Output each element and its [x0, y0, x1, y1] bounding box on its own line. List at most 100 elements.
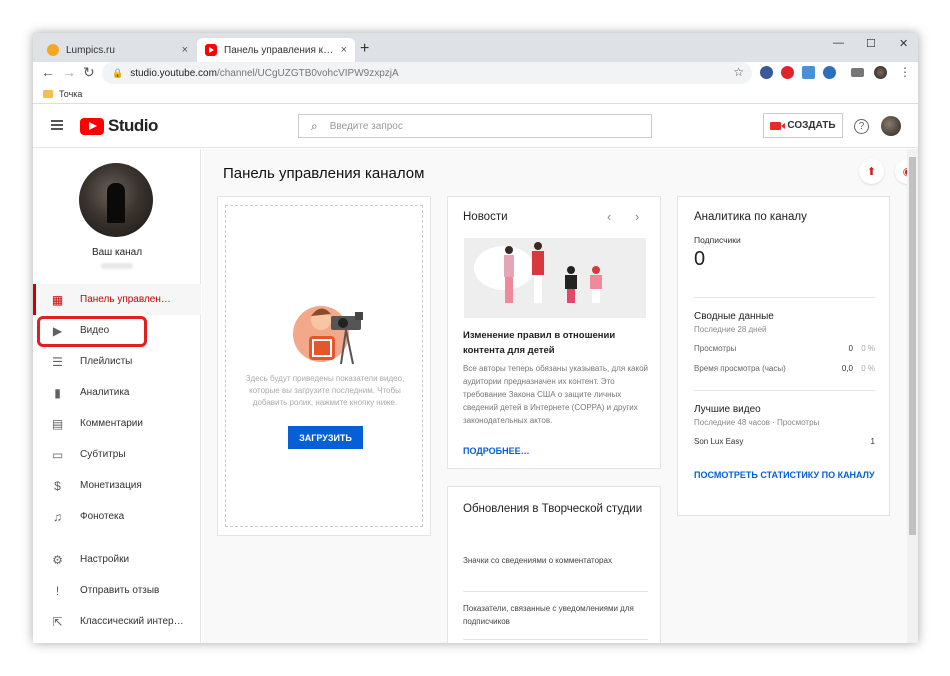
news-headline[interactable]: Изменение правил в отношении контента дл… [463, 328, 648, 358]
tab-title: Lumpics.ru [66, 44, 115, 56]
upload-button[interactable]: ЗАГРУЗИТЬ [288, 426, 363, 449]
classic-icon: ⇱ [52, 614, 63, 629]
update-item[interactable]: Показатели, связанные с уведомлениями дл… [463, 602, 648, 628]
menu-kebab-icon[interactable]: ⋮ [899, 65, 911, 79]
tab-close-icon[interactable]: × [341, 44, 347, 56]
close-window-button[interactable]: ✕ [899, 37, 908, 50]
chevron-right-icon[interactable]: › [635, 209, 639, 224]
analytics-title: Аналитика по каналу [694, 211, 807, 223]
tab-studio[interactable]: Панель управления каналом - YouTube Stud… [197, 38, 355, 62]
logo-text: Studio [108, 116, 158, 135]
camera-icon [770, 121, 786, 130]
news-title: Новости [463, 211, 508, 223]
reading-list-icon[interactable] [851, 68, 864, 77]
top-video-title: Son Lux Easy [694, 437, 744, 446]
youtube-favicon-icon [205, 44, 217, 56]
divider [463, 591, 648, 592]
help-icon[interactable]: ? [854, 119, 869, 134]
tab-close-icon[interactable]: × [182, 44, 188, 56]
new-tab-button[interactable]: + [360, 40, 369, 58]
news-more-link[interactable]: ПОДРОБНЕЕ… [463, 446, 530, 456]
news-card: Новости ‹ › Изменение правил в отношении… [447, 196, 661, 469]
sidebar-item-label: Отправить отзыв [80, 585, 160, 596]
updates-card: Обновления в Творческой студии Значки со… [447, 486, 661, 643]
profile-avatar-icon[interactable] [874, 66, 887, 79]
sidebar-item-settings[interactable]: ⚙ Настройки [33, 544, 201, 575]
back-icon[interactable]: ← [41, 64, 55, 80]
channel-avatar[interactable] [79, 163, 153, 237]
sidebar-item-dashboard[interactable]: ▦ Панель управлен… [33, 284, 201, 315]
tab-title: Панель управления каналом - YouTube Stud… [224, 44, 337, 56]
updates-title: Обновления в Творческой студии [463, 503, 643, 515]
search-input[interactable]: ⌕ Введите запрос [298, 114, 652, 138]
vpn-extension-icon[interactable] [823, 66, 836, 79]
search-placeholder: Введите запрос [329, 120, 403, 132]
sidebar-item-label: Аналитика [80, 387, 130, 398]
sidebar-item-feedback[interactable]: ! Отправить отзыв [33, 575, 201, 606]
upload-arrow-icon[interactable]: ⬆ [859, 159, 884, 184]
dollar-icon: $ [54, 478, 61, 493]
channel-stats-link[interactable]: ПОСМОТРЕТЬ СТАТИСТИКУ ПО КАНАЛУ [694, 470, 875, 480]
subtitles-icon: ▭ [51, 447, 64, 462]
dashed-area: Здесь будут приведены показатели видео, … [225, 205, 423, 527]
sidebar-item-label: Классический интер… [80, 616, 184, 627]
latest-video-card: Здесь будут приведены показатели видео, … [217, 196, 431, 536]
summary-period: Последние 28 дней [694, 325, 767, 334]
chevron-left-icon[interactable]: ‹ [607, 209, 611, 224]
analytics-icon: ▮ [54, 385, 61, 400]
opera-icon[interactable] [781, 66, 794, 79]
url-path: /channel/UCgUZGTB0vohcVIPW9zxpzjA [216, 67, 399, 79]
search-icon: ⌕ [311, 118, 318, 133]
top-videos-period: Последние 48 часов · Просмотры [694, 418, 820, 427]
stat-percent: 0 % [861, 344, 875, 353]
sidebar-item-label: Фонотека [80, 511, 125, 522]
empty-state-text: Здесь будут приведены показатели видео, … [245, 374, 405, 407]
sidebar-item-subtitles[interactable]: ▭ Субтитры [33, 439, 201, 470]
studio-logo[interactable]: Studio [80, 116, 158, 136]
sidebar-item-analytics[interactable]: ▮ Аналитика [33, 377, 201, 408]
stat-label: Время просмотра (часы) [694, 364, 786, 373]
playlist-icon: ☰ [52, 354, 63, 369]
minimize-button[interactable]: — [833, 37, 844, 49]
bookmarks-bar: Точка [33, 84, 918, 104]
play-extension-icon[interactable] [802, 66, 815, 79]
dashboard-icon: ▦ [51, 292, 64, 307]
scrollbar-thumb[interactable] [909, 157, 916, 535]
tab-lumpics[interactable]: Lumpics.ru × [39, 38, 196, 62]
studio-header: Studio ⌕ Введите запрос СОЗДАТЬ ? [33, 104, 918, 148]
gear-icon: ⚙ [52, 552, 63, 567]
top-videos-title: Лучшие видео [694, 404, 761, 415]
address-bar[interactable]: 🔒 studio.youtube.com/channel/UCgUZGTB0vo… [102, 62, 752, 84]
url-host: studio.youtube.com [130, 67, 217, 79]
sidebar-item-label: Субтитры [80, 449, 126, 460]
account-avatar[interactable] [881, 116, 901, 136]
stat-value: 0,0 [841, 364, 853, 373]
extension-icon[interactable] [760, 66, 773, 79]
divider [463, 639, 648, 640]
tab-strip: Lumpics.ru × Панель управления каналом -… [33, 33, 918, 62]
sidebar-item-monetization[interactable]: $ Монетизация [33, 470, 201, 501]
summary-title: Сводные данные [694, 311, 774, 322]
update-item[interactable]: Значки со сведениями о комментаторах [463, 554, 648, 567]
browser-toolbar: ← → ↻ 🔒 studio.youtube.com/channel/UCgUZ… [33, 62, 918, 84]
scrollbar[interactable] [907, 149, 918, 643]
page-title: Панель управления каналом [223, 165, 425, 182]
maximize-button[interactable]: ☐ [866, 37, 876, 50]
bookmark-star-icon[interactable]: ☆ [733, 65, 744, 79]
sidebar-item-classic[interactable]: ⇱ Классический интер… [33, 606, 201, 637]
sidebar-item-comments[interactable]: ▤ Комментарии [33, 408, 201, 439]
analytics-card: Аналитика по каналу Подписчики 0 Сводные… [677, 196, 890, 516]
stat-row-views: Просмотры 0 0 % [694, 344, 875, 353]
live-stream-icon[interactable]: ◉ [895, 159, 907, 184]
bookmark-item[interactable]: Точка [59, 89, 82, 99]
reload-icon[interactable]: ↻ [83, 64, 95, 81]
sidebar-item-audio-library[interactable]: ♫ Фонотека [33, 501, 201, 532]
top-video-row[interactable]: Son Lux Easy 1 [694, 437, 875, 446]
subscribers-label: Подписчики [694, 235, 741, 245]
stat-row-watch-time: Время просмотра (часы) 0,0 0 % [694, 364, 875, 373]
youtube-logo-icon [80, 117, 104, 135]
create-button[interactable]: СОЗДАТЬ [763, 113, 843, 138]
sidebar-item-playlists[interactable]: ☰ Плейлисты [33, 346, 201, 377]
hamburger-menu-icon[interactable] [51, 120, 63, 130]
forward-icon[interactable]: → [62, 64, 76, 80]
